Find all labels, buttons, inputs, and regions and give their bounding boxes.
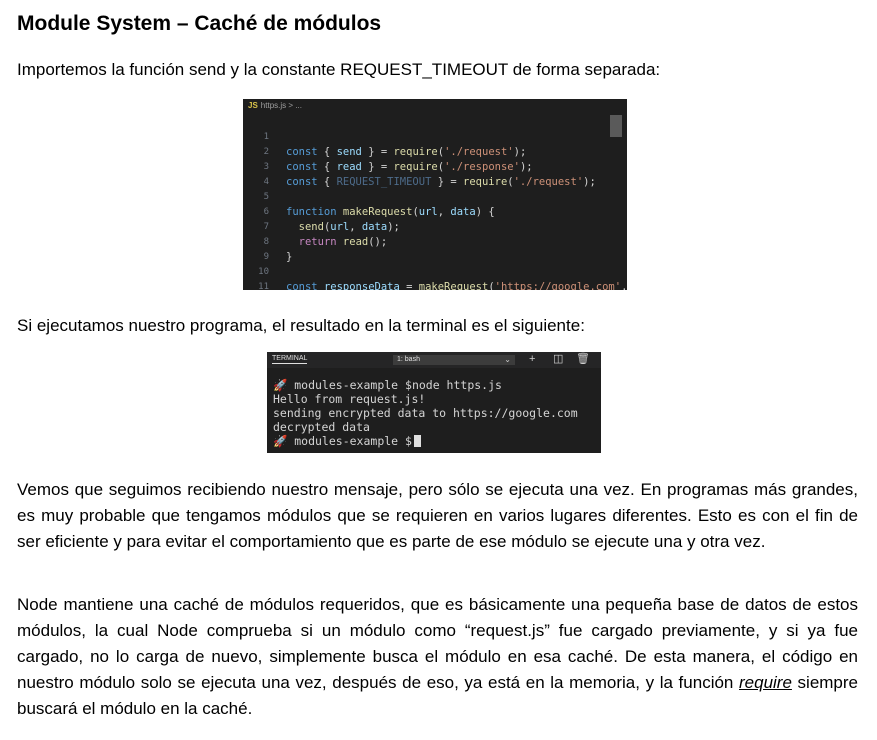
trash-icon: 🗑 [576,353,590,365]
code-line: 2 const { read } = require('./response')… [243,130,627,173]
code-text: const responseData = makeRequest('https:… [286,281,627,290]
chevron-down-icon: ⌄ [504,355,511,364]
terminal-tab: TERMINAL [272,355,308,364]
code-line: 8 } [243,220,627,263]
page-title: Module System – Caché de módulos [17,12,382,35]
terminal-line: 🚀 modules-example $ [273,434,421,448]
code-line: 4 [243,160,627,187]
cache-paragraph: Node mantiene una caché de módulos reque… [17,592,858,722]
breadcrumb-text: https.js > ... [260,101,302,110]
require-keyword: require [739,673,792,692]
shell-select-value: 1: bash [397,356,420,363]
code-line: 1 const { send } = require('./request'); [243,115,627,158]
terminal-cursor [413,435,421,447]
shell-select: 1: bash ⌄ [393,355,515,365]
breadcrumb: JS https.js > ... [248,101,302,110]
terminal-line: decrypted data [273,420,370,434]
terminal-toolbar: TERMINAL 1: bash ⌄ + ◫ 🗑 [267,352,601,368]
terminal-prompt: 🚀 modules-example $ [273,434,412,448]
code-line: 7 return read(); [243,205,627,248]
javascript-file-icon: JS [248,101,258,110]
code-editor-image: JS https.js > ... 1 const { send } = requ… [243,99,627,290]
terminal-line: Hello from request.js! [273,392,426,406]
plus-icon: + [529,353,536,365]
terminal-image: TERMINAL 1: bash ⌄ + ◫ 🗑 🚀 modules-examp… [267,352,601,453]
code-line: 11 console.log(responseData); [243,265,627,290]
code-line: 10 const responseData = makeRequest('htt… [243,250,627,290]
code-line: 3 const { REQUEST_TIMEOUT } = require('.… [243,145,627,188]
line-number: 11 [258,282,269,290]
explanation-paragraph: Vemos que seguimos recibiendo nuestro me… [17,480,858,551]
terminal-line: 🚀 modules-example $node https.js [273,378,502,392]
intro-paragraph: Importemos la función send y la constant… [17,60,661,79]
code-line: 6 send(url, data); [243,190,627,233]
cache-paragraph-text: Node mantiene una caché de módulos reque… [17,595,858,692]
code-line: 9 [243,235,627,262]
editor-scrollbar [610,115,622,137]
result-paragraph: Si ejecutamos nuestro programa, el resul… [17,316,585,335]
code-line: 5 function makeRequest(url, data) { [243,175,627,218]
terminal-line: sending encrypted data to https://google… [273,406,578,420]
split-icon: ◫ [553,353,564,365]
